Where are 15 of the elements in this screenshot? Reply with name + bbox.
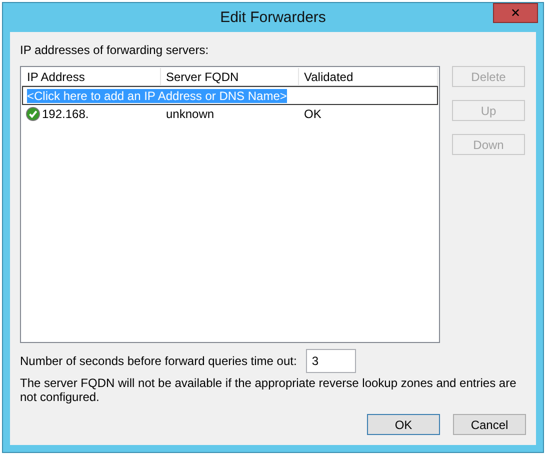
timeout-field[interactable]: 3	[306, 349, 356, 373]
table-cell-text: unknown	[165, 107, 216, 121]
column-header[interactable]: Server FQDN	[161, 68, 299, 85]
window-title: Edit Forwarders	[220, 9, 326, 26]
column-header[interactable]: Validated	[299, 68, 438, 85]
dialog-button[interactable]: OK	[367, 414, 440, 435]
table-cell-text: OK	[303, 107, 322, 121]
close-button[interactable]: ✕	[493, 3, 538, 23]
note-text: The server FQDN will not be available if the appropriate reverse lookup zones and entries are not configured.	[20, 376, 518, 404]
list-label: IP addresses of forwarding servers:	[20, 43, 210, 57]
timeout-label: Number of seconds before forward queries time out:	[20, 354, 297, 368]
dialog-button[interactable]: Cancel	[453, 414, 526, 435]
table-cell: 192.168.	[42, 107, 89, 121]
check-icon	[26, 107, 40, 121]
column-header[interactable]: IP Address	[22, 68, 161, 85]
